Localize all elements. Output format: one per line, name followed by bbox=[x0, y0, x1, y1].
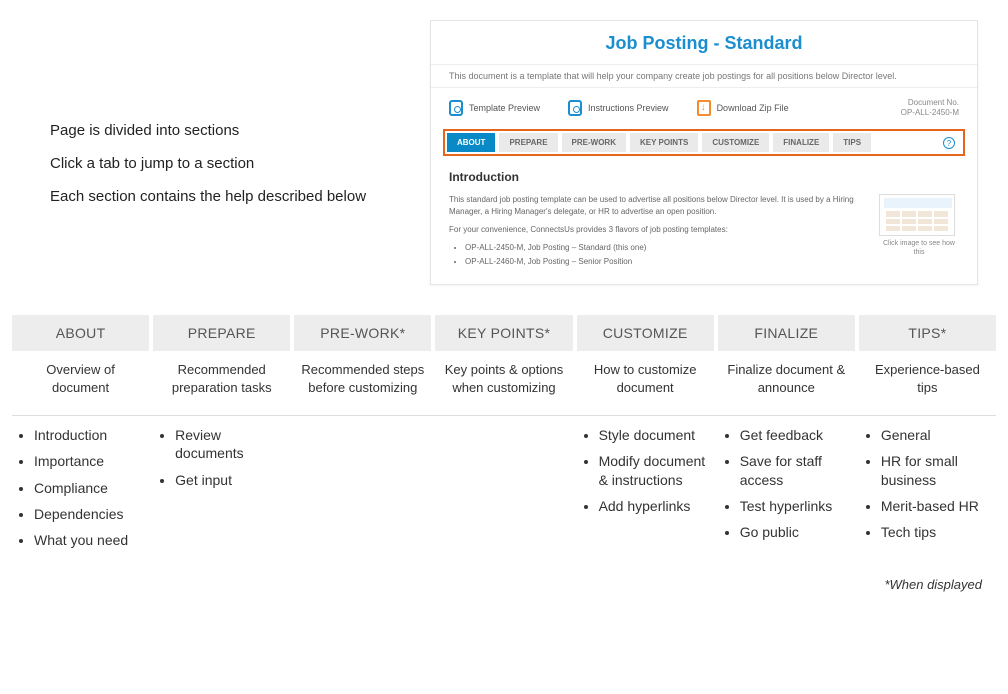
note-line: Click a tab to jump to a section bbox=[50, 153, 430, 174]
left-notes: Page is divided into sections Click a ta… bbox=[30, 20, 430, 285]
tab-prepare[interactable]: PREPARE bbox=[499, 133, 557, 152]
tabs-highlight-box: ABOUT PREPARE PRE-WORK KEY POINTS CUSTOM… bbox=[443, 129, 965, 156]
section-col: CUSTOMIZEHow to customize document bbox=[577, 315, 714, 415]
list-item: Get feedback bbox=[740, 426, 851, 444]
tab-customize[interactable]: CUSTOMIZE bbox=[702, 133, 769, 152]
intro-text: This standard job posting template can b… bbox=[449, 194, 867, 270]
magnifier-icon bbox=[449, 100, 463, 116]
section-sub: Overview of document bbox=[12, 351, 149, 415]
section-head: ABOUT bbox=[12, 315, 149, 351]
section-col: Style document Modify document & instruct… bbox=[577, 426, 714, 557]
section-col: General HR for small business Merit-based … bbox=[859, 426, 996, 557]
thumbnail-img bbox=[879, 194, 955, 236]
list-item: Importance bbox=[34, 452, 145, 470]
preview-body: Introduction This standard job posting t… bbox=[431, 156, 977, 284]
section-head: KEY POINTS* bbox=[435, 315, 572, 351]
tab-keypoints[interactable]: KEY POINTS bbox=[630, 133, 698, 152]
list-item: Style document bbox=[599, 426, 710, 444]
list-item: Merit-based HR bbox=[881, 497, 992, 515]
list-item: What you need bbox=[34, 531, 145, 549]
section-col: Review documents Get input bbox=[153, 426, 290, 557]
doc-no-value: OP-ALL-2450-M bbox=[901, 108, 959, 117]
list-item: HR for small business bbox=[881, 452, 992, 488]
section-sub: Experience-based tips bbox=[859, 351, 996, 415]
list-item: General bbox=[881, 426, 992, 444]
section-col: Get feedback Save for staff access Test hy… bbox=[718, 426, 855, 557]
section-col bbox=[294, 426, 431, 557]
list-item: Introduction bbox=[34, 426, 145, 444]
section-col: PREPARERecommended preparation tasks bbox=[153, 315, 290, 415]
magnifier-icon bbox=[568, 100, 582, 116]
intro-heading: Introduction bbox=[449, 170, 959, 184]
tab-tips[interactable]: TIPS bbox=[833, 133, 871, 152]
list-item: Add hyperlinks bbox=[599, 497, 710, 515]
intro-p2: For your convenience, ConnectsUs provide… bbox=[449, 224, 867, 236]
preview-title: Job Posting - Standard bbox=[431, 21, 977, 64]
instructions-preview-link[interactable]: Instructions Preview bbox=[568, 100, 669, 116]
section-list: Introduction Importance Compliance Dependen… bbox=[12, 426, 149, 549]
thumbnail-caption: Click image to see how this bbox=[879, 240, 959, 257]
tab-row: ABOUT PREPARE PRE-WORK KEY POINTS CUSTOM… bbox=[447, 133, 961, 152]
intro-li: OP-ALL-2450-M, Job Posting – Standard (t… bbox=[465, 242, 867, 254]
tab-about[interactable]: ABOUT bbox=[447, 133, 495, 152]
section-col: TIPS*Experience-based tips bbox=[859, 315, 996, 415]
list-item: Go public bbox=[740, 523, 851, 541]
section-sub: Finalize document & announce bbox=[718, 351, 855, 415]
section-col: Introduction Importance Compliance Dependen… bbox=[12, 426, 149, 557]
section-col: PRE-WORK*Recommended steps before custom… bbox=[294, 315, 431, 415]
section-col: ABOUTOverview of document bbox=[12, 315, 149, 415]
thumbnail[interactable]: Click image to see how this bbox=[879, 194, 959, 270]
preview-description: This document is a template that will he… bbox=[431, 64, 977, 88]
instructions-preview-label: Instructions Preview bbox=[588, 103, 669, 113]
section-list: General HR for small business Merit-based … bbox=[859, 426, 996, 541]
list-item: Review documents bbox=[175, 426, 286, 462]
tab-finalize[interactable]: FINALIZE bbox=[773, 133, 829, 152]
list-item: Compliance bbox=[34, 479, 145, 497]
section-head: CUSTOMIZE bbox=[577, 315, 714, 351]
section-sub: Recommended steps before customizing bbox=[294, 351, 431, 415]
section-list: Style document Modify document & instruct… bbox=[577, 426, 714, 515]
section-col bbox=[435, 426, 572, 557]
section-head: TIPS* bbox=[859, 315, 996, 351]
list-item: Save for staff access bbox=[740, 452, 851, 488]
list-item: Dependencies bbox=[34, 505, 145, 523]
section-list: Get feedback Save for staff access Test hy… bbox=[718, 426, 855, 541]
section-list: Review documents Get input bbox=[153, 426, 290, 489]
note-line: Page is divided into sections bbox=[50, 120, 430, 141]
section-head: FINALIZE bbox=[718, 315, 855, 351]
section-col: FINALIZEFinalize document & announce bbox=[718, 315, 855, 415]
tab-prework[interactable]: PRE-WORK bbox=[562, 133, 626, 152]
document-preview-card: Job Posting - Standard This document is … bbox=[430, 20, 978, 285]
footnote: *When displayed bbox=[0, 557, 1008, 592]
list-item: Tech tips bbox=[881, 523, 992, 541]
section-head: PRE-WORK* bbox=[294, 315, 431, 351]
download-zip-link[interactable]: Download Zip File bbox=[697, 100, 789, 116]
note-line: Each section contains the help described… bbox=[50, 186, 430, 207]
section-head: PREPARE bbox=[153, 315, 290, 351]
preview-actions-row: Template Preview Instructions Preview Do… bbox=[431, 88, 977, 129]
template-preview-label: Template Preview bbox=[469, 103, 540, 113]
section-sub: Key points & options when customizing bbox=[435, 351, 572, 415]
intro-p1: This standard job posting template can b… bbox=[449, 194, 867, 218]
download-zip-label: Download Zip File bbox=[717, 103, 789, 113]
download-icon bbox=[697, 100, 711, 116]
section-table: ABOUTOverview of documentPREPARERecommen… bbox=[0, 315, 1008, 415]
document-number: Document No. OP-ALL-2450-M bbox=[901, 98, 959, 117]
list-item: Test hyperlinks bbox=[740, 497, 851, 515]
section-sub: Recommended preparation tasks bbox=[153, 351, 290, 415]
divider bbox=[12, 415, 996, 416]
list-item: Modify document & instructions bbox=[599, 452, 710, 488]
template-preview-link[interactable]: Template Preview bbox=[449, 100, 540, 116]
doc-no-label: Document No. bbox=[908, 98, 959, 107]
intro-li: OP-ALL-2460-M, Job Posting – Senior Posi… bbox=[465, 256, 867, 268]
section-table-lists: Introduction Importance Compliance Dependen… bbox=[0, 426, 1008, 557]
section-col: KEY POINTS*Key points & options when cus… bbox=[435, 315, 572, 415]
section-sub: How to customize document bbox=[577, 351, 714, 415]
list-item: Get input bbox=[175, 471, 286, 489]
